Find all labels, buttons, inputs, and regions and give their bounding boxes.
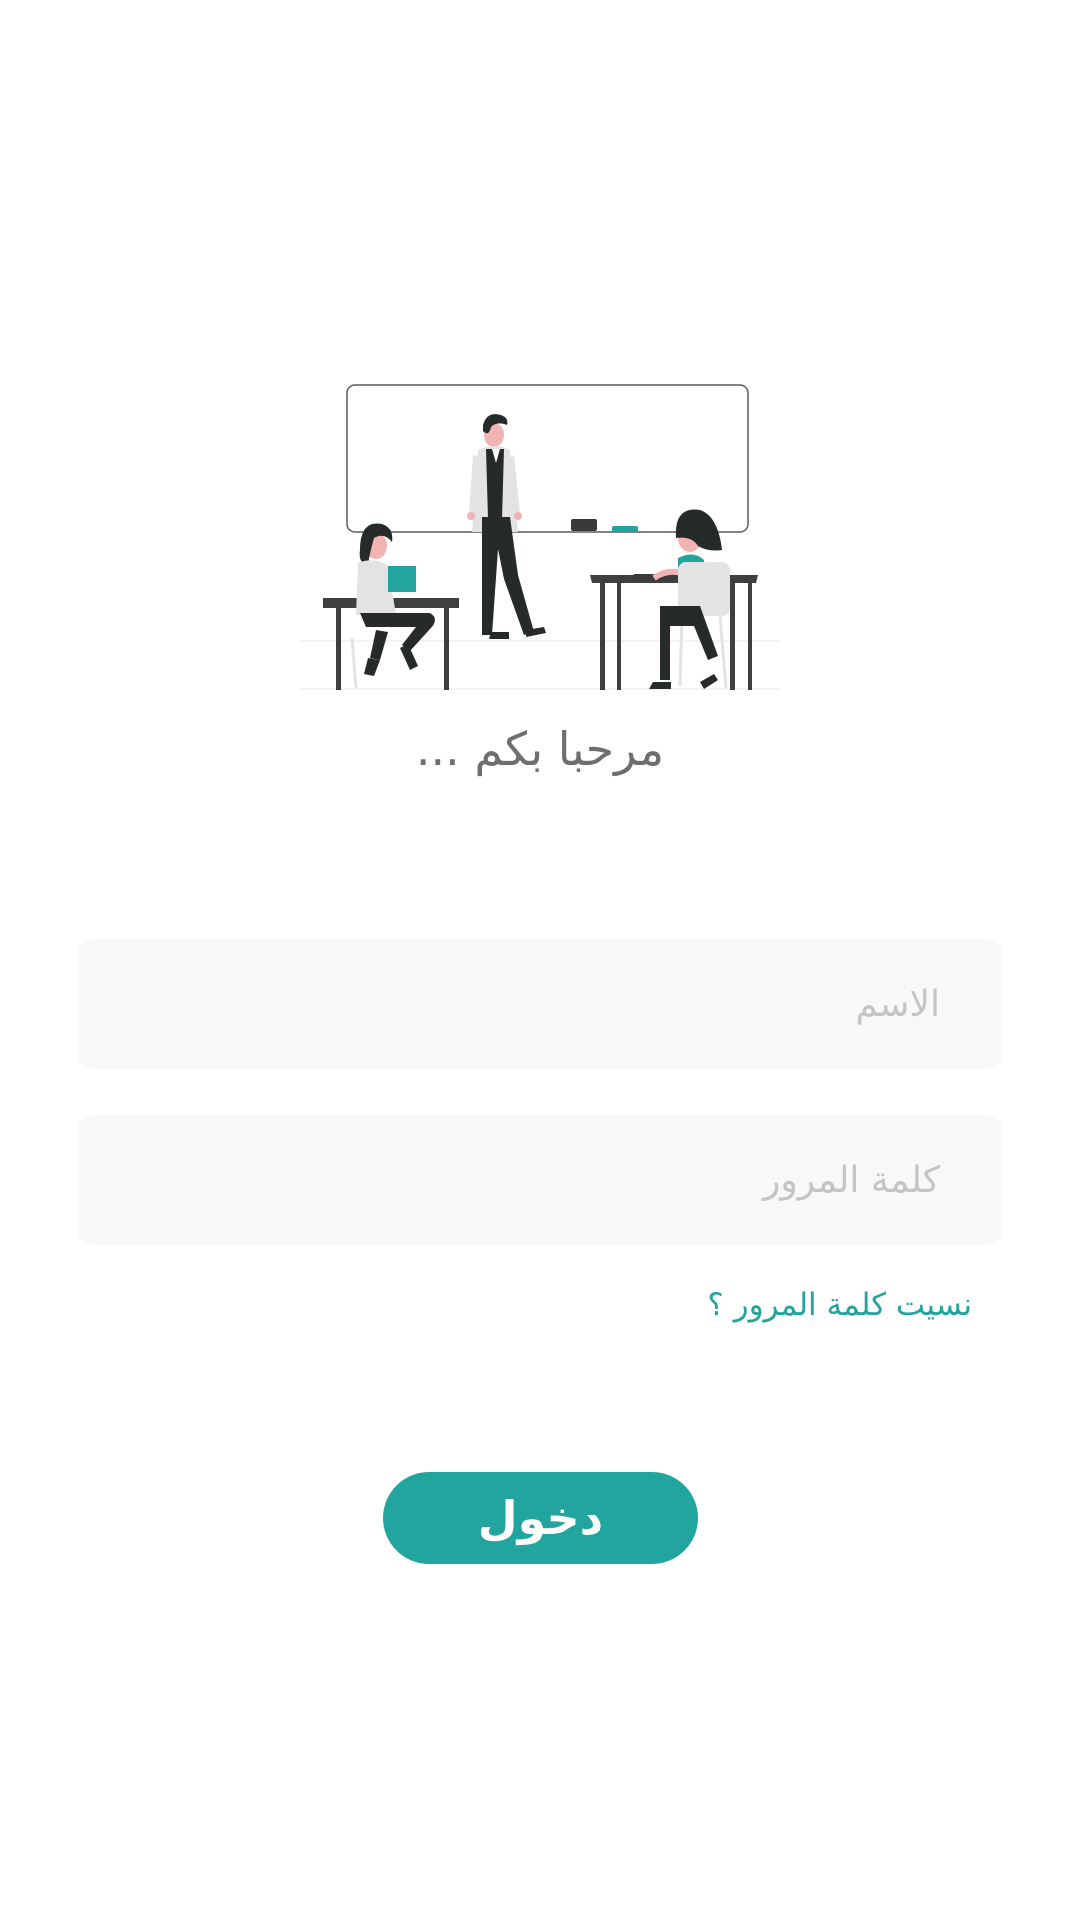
- forgot-password-link[interactable]: نسيت كلمة المرور ؟: [707, 1287, 972, 1323]
- classroom-illustration: [300, 380, 780, 700]
- welcome-title: مرحبا بكم ...: [415, 722, 665, 776]
- name-field[interactable]: [78, 939, 1002, 1069]
- password-field[interactable]: [78, 1115, 1002, 1245]
- login-button[interactable]: دخول: [383, 1472, 698, 1564]
- password-input[interactable]: [78, 1115, 1002, 1245]
- name-input[interactable]: [78, 939, 1002, 1069]
